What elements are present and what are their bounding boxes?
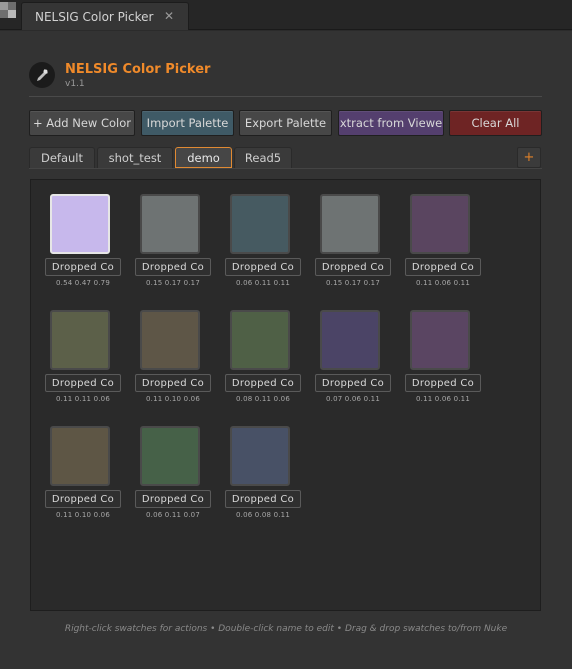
tab-read5[interactable]: Read5 [234, 147, 292, 168]
import-palette-button[interactable]: Import Palette [141, 110, 234, 136]
swatch-name-field[interactable]: Dropped Co [225, 490, 301, 508]
swatch-item[interactable]: Dropped Co 0.07 0.06 0.11 [315, 310, 391, 420]
swatch-item[interactable]: Dropped Co 0.15 0.17 0.17 [135, 194, 211, 304]
close-icon[interactable]: ✕ [164, 9, 174, 23]
swatch-item[interactable]: Dropped Co 0.11 0.11 0.06 [45, 310, 121, 420]
swatch-name-field[interactable]: Dropped Co [405, 374, 481, 392]
window-tab-bar: NELSIG Color Picker ✕ [0, 0, 572, 30]
swatch-item[interactable]: Dropped Co 0.06 0.11 0.11 [225, 194, 301, 304]
color-swatch[interactable] [140, 194, 200, 254]
swatch-rgb-values: 0.11 0.10 0.06 [55, 511, 110, 519]
app-title: NELSIG Color Picker [65, 62, 211, 77]
window-tab[interactable]: NELSIG Color Picker ✕ [21, 2, 189, 30]
color-swatch[interactable] [50, 194, 110, 254]
color-swatch[interactable] [320, 310, 380, 370]
swatch-item[interactable]: Dropped Co 0.11 0.10 0.06 [135, 310, 211, 420]
color-swatch[interactable] [140, 426, 200, 486]
clear-all-button[interactable]: Clear All [449, 110, 542, 136]
swatch-name-field[interactable]: Dropped Co [45, 258, 121, 276]
swatch-rgb-values: 0.06 0.08 0.11 [235, 511, 290, 519]
swatch-rgb-values: 0.07 0.06 0.11 [325, 395, 380, 403]
swatch-name-field[interactable]: Dropped Co [135, 258, 211, 276]
add-new-color-button[interactable]: + Add New Color [29, 110, 135, 136]
swatch-name-field[interactable]: Dropped Co [405, 258, 481, 276]
swatch-item[interactable]: Dropped Co 0.15 0.17 0.17 [315, 194, 391, 304]
swatch-name-field[interactable]: Dropped Co [135, 490, 211, 508]
swatch-rgb-values: 0.54 0.47 0.79 [55, 279, 110, 287]
app-version: v1.1 [65, 79, 85, 89]
swatch-item[interactable]: Dropped Co 0.08 0.11 0.06 [225, 310, 301, 420]
color-swatch[interactable] [230, 310, 290, 370]
swatch-name-field[interactable]: Dropped Co [45, 490, 121, 508]
color-swatch[interactable] [230, 426, 290, 486]
add-palette-tab-button[interactable]: + [517, 147, 541, 168]
swatch-item[interactable]: Dropped Co 0.11 0.06 0.11 [405, 194, 481, 304]
export-palette-button[interactable]: Export Palette [239, 110, 332, 136]
swatch-name-field[interactable]: Dropped Co [135, 374, 211, 392]
color-swatch[interactable] [230, 194, 290, 254]
window-tab-title: NELSIG Color Picker [35, 9, 154, 24]
swatch-rgb-values: 0.11 0.06 0.11 [415, 279, 470, 287]
swatch-rgb-values: 0.11 0.11 0.06 [55, 395, 110, 403]
swatch-rgb-values: 0.15 0.17 0.17 [145, 279, 200, 287]
eyedropper-icon [29, 62, 55, 88]
header-divider [29, 96, 542, 97]
color-swatch[interactable] [320, 194, 380, 254]
swatch-rgb-values: 0.11 0.10 0.06 [145, 395, 200, 403]
extract-from-viewer-button[interactable]: xtract from Viewe [338, 110, 444, 136]
tab-default[interactable]: Default [29, 147, 95, 168]
color-swatch[interactable] [50, 426, 110, 486]
swatch-item[interactable]: Dropped Co 0.54 0.47 0.79 [45, 194, 121, 304]
swatch-rgb-values: 0.06 0.11 0.07 [145, 511, 200, 519]
color-swatch[interactable] [410, 310, 470, 370]
swatch-name-field[interactable]: Dropped Co [225, 258, 301, 276]
swatch-rgb-values: 0.08 0.11 0.06 [235, 395, 290, 403]
swatch-name-field[interactable]: Dropped Co [225, 374, 301, 392]
tab-demo[interactable]: demo [175, 147, 232, 168]
color-swatch[interactable] [140, 310, 200, 370]
swatch-item[interactable]: Dropped Co 0.11 0.06 0.11 [405, 310, 481, 420]
swatch-name-field[interactable]: Dropped Co [315, 374, 391, 392]
footer-hint: Right-click swatches for actions • Doubl… [64, 624, 508, 634]
panel-menu-icon[interactable] [0, 2, 16, 18]
swatch-item[interactable]: Dropped Co 0.11 0.10 0.06 [45, 426, 121, 536]
swatch-name-field[interactable]: Dropped Co [315, 258, 391, 276]
swatch-grid: Dropped Co 0.54 0.47 0.79 Dropped Co 0.15 0… [30, 179, 541, 611]
color-swatch[interactable] [410, 194, 470, 254]
swatch-rgb-values: 0.06 0.11 0.11 [235, 279, 290, 287]
swatch-item[interactable]: Dropped Co 0.06 0.11 0.07 [135, 426, 211, 536]
tab-shot-test[interactable]: shot_test [97, 147, 173, 168]
swatch-rgb-values: 0.15 0.17 0.17 [325, 279, 380, 287]
swatch-name-field[interactable]: Dropped Co [45, 374, 121, 392]
swatch-rgb-values: 0.11 0.06 0.11 [415, 395, 470, 403]
swatch-item[interactable]: Dropped Co 0.06 0.08 0.11 [225, 426, 301, 536]
color-swatch[interactable] [50, 310, 110, 370]
